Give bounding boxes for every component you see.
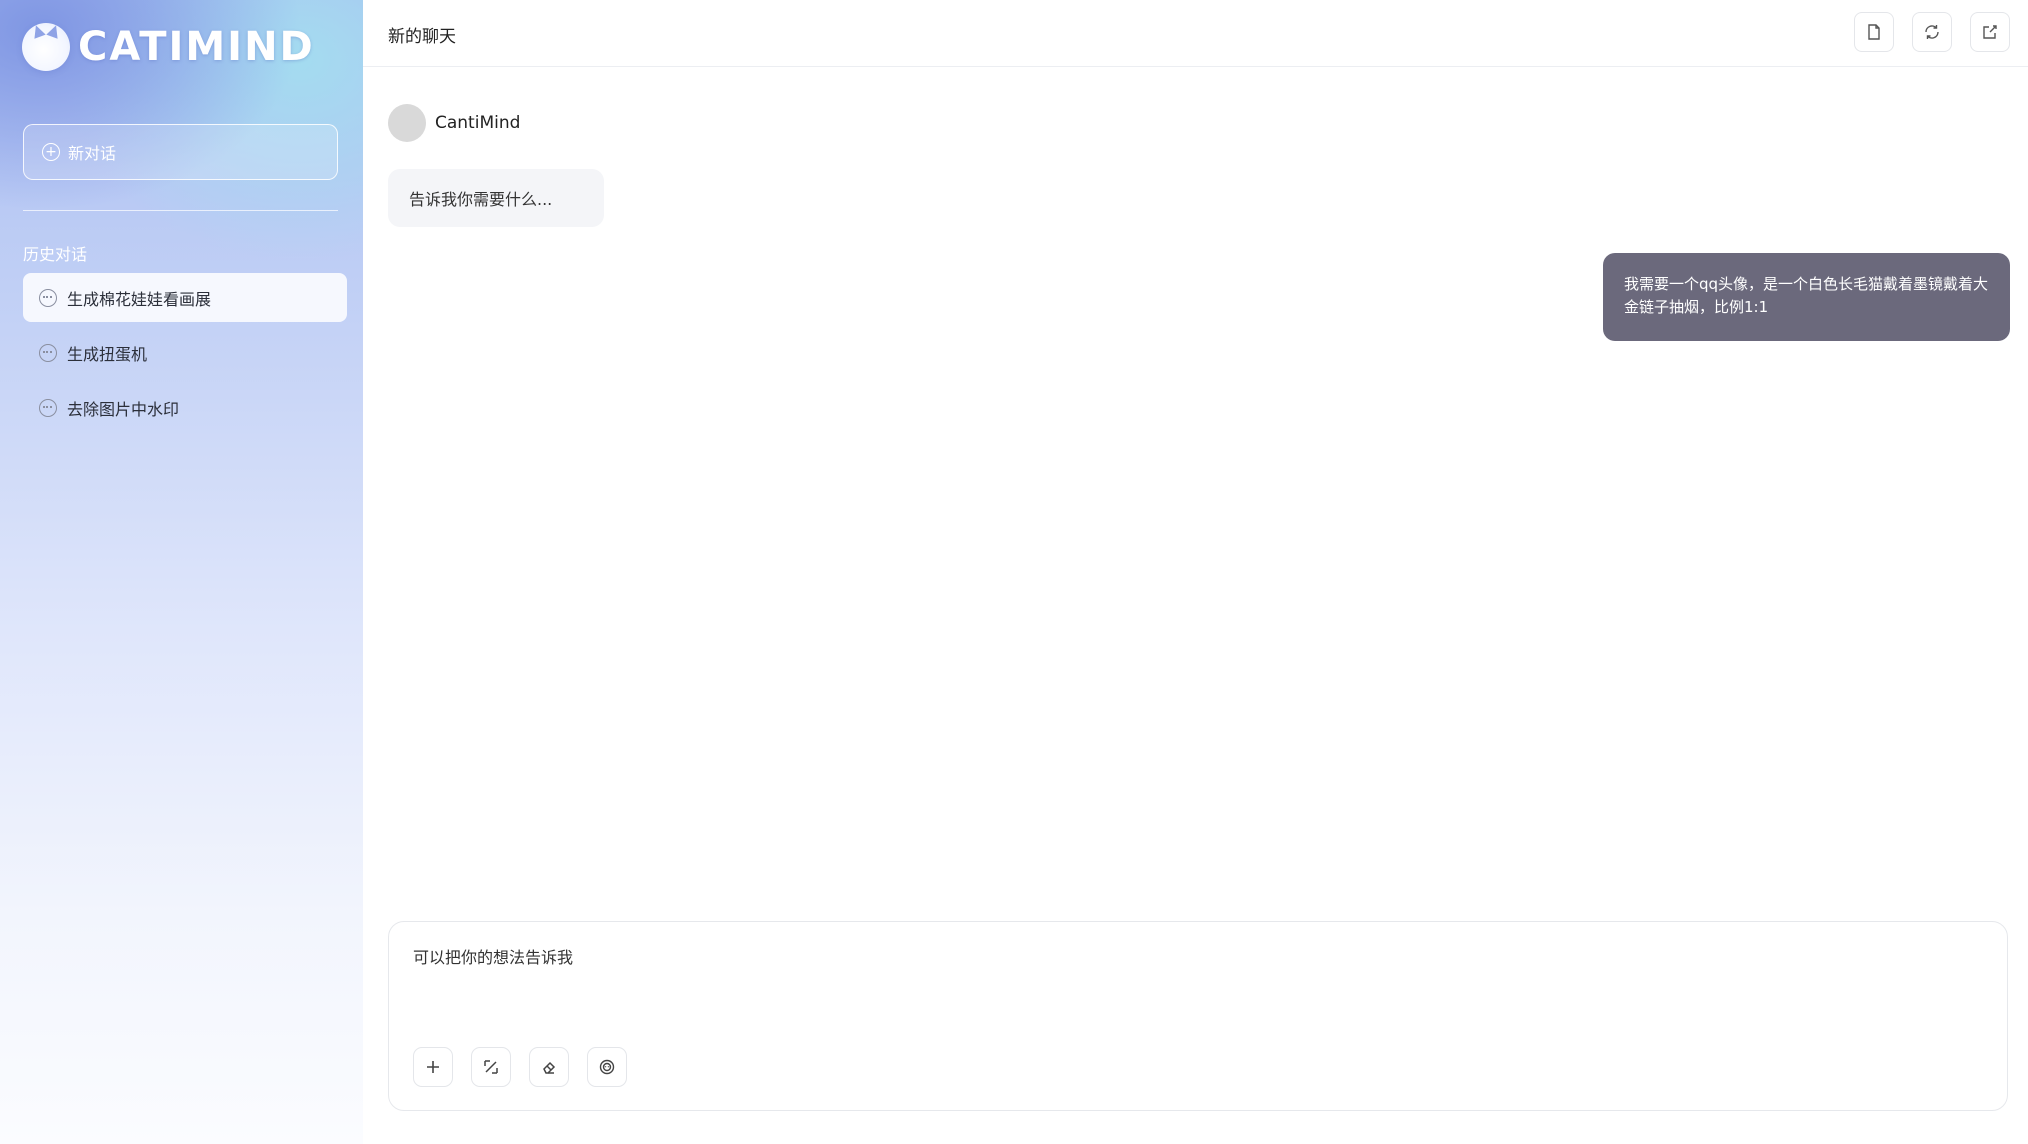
emoji-button[interactable] [587,1047,627,1087]
history-list: 生成棉花娃娃看画展 生成扭蛋机 去除图片中水印 [23,273,347,438]
plus-circle-icon: + [42,143,60,161]
avatar [388,104,426,142]
topbar: 新的聊天 [363,0,2028,67]
history-item[interactable]: 生成棉花娃娃看画展 [23,273,347,322]
sidebar-divider [23,210,338,211]
percent-icon [484,1060,498,1074]
document-icon [1868,24,1880,40]
bot-header: CantiMind [388,104,520,142]
new-chat-button[interactable]: + 新对话 [23,124,338,180]
user-message: 我需要一个qq头像，是一个白色长毛猫戴着墨镜戴着大金链子抽烟，比例1:1 [1603,253,2010,341]
plus-icon [427,1061,439,1073]
composer: 可以把你的想法告诉我 [388,921,2008,1111]
history-item[interactable]: 去除图片中水印 [23,383,347,432]
emoji-icon [599,1059,615,1075]
history-item[interactable]: 生成扭蛋机 [23,328,347,377]
chat-bubble-icon [39,288,57,307]
document-button[interactable] [1854,12,1894,52]
history-item-label: 生成扭蛋机 [67,344,148,364]
refresh-button[interactable] [1912,12,1952,52]
percent-button[interactable] [471,1047,511,1087]
bot-name: CantiMind [435,113,521,133]
add-button[interactable] [413,1047,453,1087]
bot-message: 告诉我你需要什么... [388,169,605,227]
app-root: CATIMIND + 新对话 历史对话 生成棉花娃娃看画展 生成扭蛋机 去除图片… [0,0,2028,1144]
eraser-icon [543,1061,556,1074]
sidebar: CATIMIND + 新对话 历史对话 生成棉花娃娃看画展 生成扭蛋机 去除图片… [0,0,363,1144]
chat-bubble-icon [39,343,57,362]
logo: CATIMIND [22,22,315,72]
edit-button[interactable] [1970,12,2010,52]
refresh-icon [1925,25,1939,39]
page-title: 新的聊天 [388,27,456,47]
cat-logo-icon [22,23,70,71]
top-actions [1854,12,2010,52]
logo-text: CATIMIND [78,24,315,70]
edit-icon [1983,25,1997,39]
history-item-label: 生成棉花娃娃看画展 [67,289,212,309]
chat-main: 新的聊天 CantiMind 告诉我你需要什么... 我需要一个qq头像，是一个… [363,0,2028,1144]
new-chat-label: 新对话 [68,144,117,163]
message-input[interactable]: 可以把你的想法告诉我 [413,944,1983,1004]
composer-tools [413,1047,627,1087]
chat-bubble-icon [39,398,57,417]
history-item-label: 去除图片中水印 [67,399,180,419]
history-title: 历史对话 [23,245,88,264]
eraser-button[interactable] [529,1047,569,1087]
